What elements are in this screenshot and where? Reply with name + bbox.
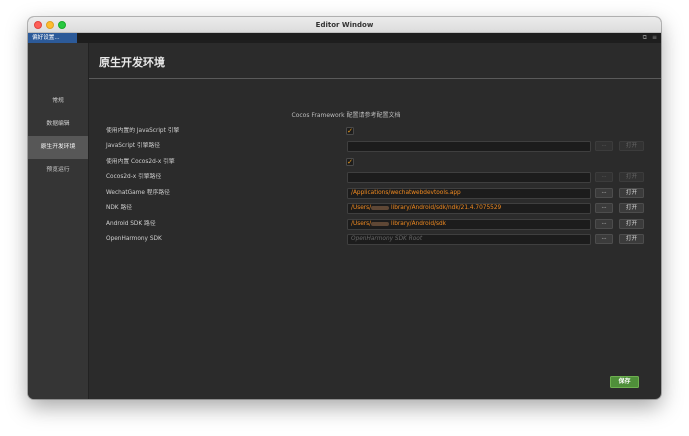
ndk-open-button[interactable]: 打开 [619, 203, 644, 213]
ndk-browse-button[interactable]: ··· [595, 203, 613, 213]
row-label: 使用内置 Cocos2d-x 引擎 [106, 159, 175, 165]
android-sdk-browse-button[interactable]: ··· [595, 219, 613, 229]
row-wechatgame-path: WechatGame 程序路径 /Applications/wechatwebd… [89, 188, 661, 199]
row-label: OpenHarmony SDK [106, 236, 162, 242]
window-title: Editor Window [315, 20, 374, 29]
row-ndk-path: NDK 路径 /Users/ library/Android/sdk/ndk/2… [89, 203, 661, 214]
row-label: NDK 路径 [106, 205, 133, 211]
ndk-path-input[interactable]: /Users/ library/Android/sdk/ndk/21.4.707… [347, 203, 591, 214]
popout-icon[interactable]: ⧉ [643, 34, 647, 42]
openharmony-sdk-path-input[interactable]: OpenHarmony SDK Root [347, 234, 591, 245]
editor-window: Editor Window 偏好设置... ⧉ ≡ 常规 数据编辑 原生开发环境… [28, 17, 661, 399]
redacted-username [371, 205, 390, 210]
wechatgame-browse-button[interactable]: ··· [595, 188, 613, 198]
row-cocos2dx-engine-path: Cocos2d-x 引擎路径 ··· 打开 [89, 172, 661, 183]
divider [89, 78, 661, 79]
js-engine-browse-button[interactable]: ··· [595, 141, 613, 151]
js-engine-open-button[interactable]: 打开 [619, 141, 644, 151]
wechatgame-open-button[interactable]: 打开 [619, 188, 644, 198]
wechatgame-path-input[interactable]: /Applications/wechatwebdevtools.app [347, 188, 591, 199]
sidebar-item-native-dev-env[interactable]: 原生开发环境 [28, 136, 88, 159]
row-label: Cocos2d-x 引擎路径 [106, 174, 162, 180]
path-suffix: library/Android/sdk/ndk/21.4.7075529 [390, 205, 502, 211]
redacted-username [371, 221, 390, 226]
config-hint: Cocos Framework 配置请参考配置文档 [291, 112, 401, 119]
row-use-builtin-cocos2dx-engine: 使用内置 Cocos2d-x 引擎 ✓ [89, 157, 661, 168]
row-android-sdk-path: Android SDK 路径 /Users/ library/Android/s… [89, 219, 661, 230]
title-bar: Editor Window [28, 17, 661, 33]
cocos2dx-open-button[interactable]: 打开 [619, 172, 644, 182]
path-prefix: /Users/ [351, 205, 372, 211]
row-openharmony-sdk: OpenHarmony SDK OpenHarmony SDK Root ···… [89, 234, 661, 245]
row-label: 使用内置的 JavaScript 引擎 [106, 128, 180, 134]
menu-icon[interactable]: ≡ [652, 34, 657, 42]
sidebar: 常规 数据编辑 原生开发环境 预览运行 [28, 43, 89, 399]
page-title: 原生开发环境 [99, 56, 165, 69]
cocos2dx-engine-path-input[interactable] [347, 172, 591, 183]
sidebar-list: 常规 数据编辑 原生开发环境 预览运行 [28, 90, 88, 182]
tab-bar: 偏好设置... ⧉ ≡ [28, 33, 661, 43]
js-engine-path-input[interactable] [347, 141, 591, 152]
openharmony-open-button[interactable]: 打开 [619, 234, 644, 244]
android-sdk-open-button[interactable]: 打开 [619, 219, 644, 229]
window-controls [34, 21, 66, 29]
tab-bar-icons: ⧉ ≡ [643, 34, 657, 42]
cocos2dx-browse-button[interactable]: ··· [595, 172, 613, 182]
android-sdk-path-input[interactable]: /Users/ library/Android/sdk [347, 219, 591, 230]
path-prefix: /Users/ [351, 221, 372, 227]
use-builtin-cocos2dx-checkbox[interactable]: ✓ [346, 158, 354, 166]
sidebar-item-data-editing[interactable]: 数据编辑 [28, 113, 88, 136]
openharmony-browse-button[interactable]: ··· [595, 234, 613, 244]
sidebar-item-general[interactable]: 常规 [28, 90, 88, 113]
save-button[interactable]: 保存 [610, 376, 639, 388]
row-use-builtin-js-engine: 使用内置的 JavaScript 引擎 ✓ [89, 126, 661, 137]
use-builtin-js-engine-checkbox[interactable]: ✓ [346, 127, 354, 135]
row-label: WechatGame 程序路径 [106, 190, 170, 196]
row-label: JavaScript 引擎路径 [106, 143, 161, 149]
path-suffix: library/Android/sdk [390, 221, 447, 227]
minimize-window-button[interactable] [46, 21, 54, 29]
tab-preferences[interactable]: 偏好设置... [28, 33, 77, 43]
row-label: Android SDK 路径 [106, 221, 156, 227]
main-panel: 原生开发环境 Cocos Framework 配置请参考配置文档 使用内置的 J… [89, 43, 661, 399]
close-window-button[interactable] [34, 21, 42, 29]
maximize-window-button[interactable] [58, 21, 66, 29]
sidebar-item-preview-run[interactable]: 预览运行 [28, 159, 88, 182]
row-js-engine-path: JavaScript 引擎路径 ··· 打开 [89, 141, 661, 152]
